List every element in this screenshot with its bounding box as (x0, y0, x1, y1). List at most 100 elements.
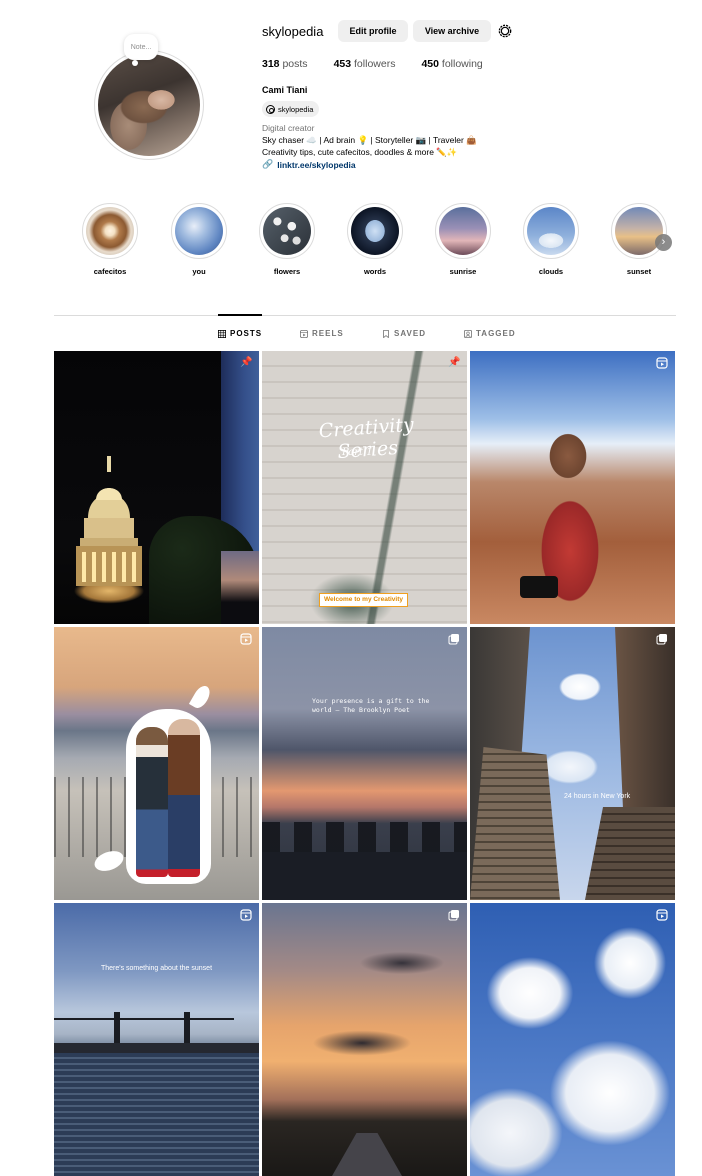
bridge-deck (54, 1043, 259, 1053)
capitol-dome-illustration (76, 456, 142, 586)
post-thumbnail[interactable]: Creativity Series Part 1 Welcome to my C… (262, 351, 467, 624)
highlight-label: words (363, 267, 387, 276)
highlight-cover (439, 207, 487, 255)
active-tab-indicator (218, 314, 262, 316)
doodle-splash (188, 683, 214, 711)
highlight-ring (259, 203, 315, 259)
person-1 (136, 727, 168, 877)
post-thumbnail[interactable]: There's something about the sunset (54, 903, 259, 1176)
post-thumbnail[interactable]: Your presence is a gift to the world — T… (262, 627, 467, 900)
highlight-words[interactable]: words (346, 203, 404, 276)
river-water (54, 1053, 259, 1176)
tab-saved[interactable]: SAVED (382, 329, 426, 338)
post-overlay-text: Your presence is a gift to the world — T… (312, 697, 430, 714)
followers-count: 453 (333, 58, 352, 70)
tab-posts[interactable]: POSTS (218, 329, 262, 338)
profile-username: skylopedia (262, 24, 324, 39)
post-overlay-subtitle: Part 1 (342, 447, 373, 458)
link-chain-icon: 🔗 (262, 159, 274, 169)
highlight-label: clouds (538, 267, 564, 276)
tab-tagged[interactable]: TAGGED (464, 329, 516, 338)
highlight-cover (263, 207, 311, 255)
posts-count: 318 (262, 58, 280, 70)
tab-reels[interactable]: REELS (300, 329, 344, 338)
highlight-ring (347, 203, 403, 259)
highlight-you[interactable]: you (170, 203, 228, 276)
tab-tagged-label: TAGGED (476, 329, 516, 338)
reel-icon (656, 909, 668, 921)
profile-link-text[interactable]: linktr.ee/skylopedia (277, 160, 355, 170)
highlight-sunrise[interactable]: sunrise (434, 203, 492, 276)
reel-icon (240, 909, 252, 921)
highlight-flowers[interactable]: flowers (258, 203, 316, 276)
tab-saved-label: SAVED (394, 329, 426, 338)
grid-icon (218, 329, 226, 338)
followers-label: followers (354, 58, 396, 70)
highlight-cover (615, 207, 663, 255)
highlight-ring (435, 203, 491, 259)
posts-stat: 318 posts (262, 58, 308, 70)
post-caption-tag: Welcome to my Creativity (319, 593, 408, 607)
post-overlay-title: Creativity Series (318, 413, 415, 464)
tab-posts-label: POSTS (230, 329, 263, 338)
highlight-ring (611, 203, 667, 259)
highlight-label: sunset (626, 267, 652, 276)
profile-link[interactable]: 🔗 linktr.ee/skylopedia (262, 159, 356, 170)
carousel-icon (448, 634, 459, 645)
building-lower-left (470, 747, 560, 900)
highlight-ring (82, 203, 138, 259)
avatar-image (98, 54, 200, 156)
building-lower-right (585, 807, 675, 900)
profile-category: Digital creator (262, 123, 315, 133)
road (332, 1133, 402, 1176)
post-thumbnail[interactable]: 24 hours in New York (470, 627, 675, 900)
post-thumbnail[interactable] (262, 903, 467, 1176)
carousel-icon (448, 910, 459, 921)
post-thumbnail[interactable] (470, 903, 675, 1176)
post-overlay-text: There's something about the sunset (100, 965, 213, 972)
post-thumbnail[interactable]: 📌 (54, 351, 259, 624)
highlights-next-chevron-icon[interactable]: › (655, 234, 672, 251)
post-thumbnail[interactable] (54, 627, 259, 900)
followers-stat[interactable]: 453 followers (334, 58, 396, 70)
reel-icon (240, 633, 252, 645)
threads-badge[interactable]: skylopedia (262, 101, 320, 117)
tagged-user-icon (464, 329, 472, 338)
highlight-ring (171, 203, 227, 259)
pin-icon: 📌 (448, 357, 461, 368)
following-label: following (441, 58, 483, 70)
highlight-label: flowers (273, 267, 301, 276)
highlight-cover (351, 207, 399, 255)
highlight-ring (523, 203, 579, 259)
camera-shape (520, 576, 558, 598)
profile-avatar[interactable] (94, 50, 204, 160)
edit-profile-button[interactable]: Edit profile (338, 20, 408, 42)
posts-label: posts (282, 58, 308, 70)
highlight-cover (86, 207, 134, 255)
highlight-cover (175, 207, 223, 255)
carousel-icon (656, 634, 667, 645)
highlight-cover (527, 207, 575, 255)
highlight-clouds[interactable]: clouds (522, 203, 580, 276)
bookmark-icon (383, 329, 389, 338)
bio-line-1: Sky chaser ☁️ | Ad brain 💡 | Storyteller… (262, 135, 477, 145)
post-thumbnail[interactable] (470, 351, 675, 624)
highlight-label: you (192, 267, 206, 276)
following-stat[interactable]: 450 following (421, 58, 482, 70)
reels-icon (300, 329, 308, 338)
threads-handle: skylopedia (278, 104, 314, 114)
tabs-divider (54, 315, 676, 316)
pin-icon: 📌 (240, 357, 253, 368)
note-bubble[interactable]: Note... (124, 34, 158, 60)
view-archive-button[interactable]: View archive (413, 20, 491, 42)
person-2 (168, 719, 200, 877)
tab-reels-label: REELS (312, 329, 344, 338)
note-bubble-tail (132, 60, 138, 66)
bio-line-2: Creativity tips, cute cafecitos, doodles… (262, 147, 458, 157)
threads-icon (266, 104, 275, 114)
highlight-label: cafecitos (93, 267, 127, 276)
sunset-strip (221, 551, 259, 624)
highlight-cafecitos[interactable]: cafecitos (81, 203, 139, 276)
profile-full-name: Cami Tiani (262, 85, 308, 95)
settings-gear-icon[interactable] (497, 23, 513, 39)
